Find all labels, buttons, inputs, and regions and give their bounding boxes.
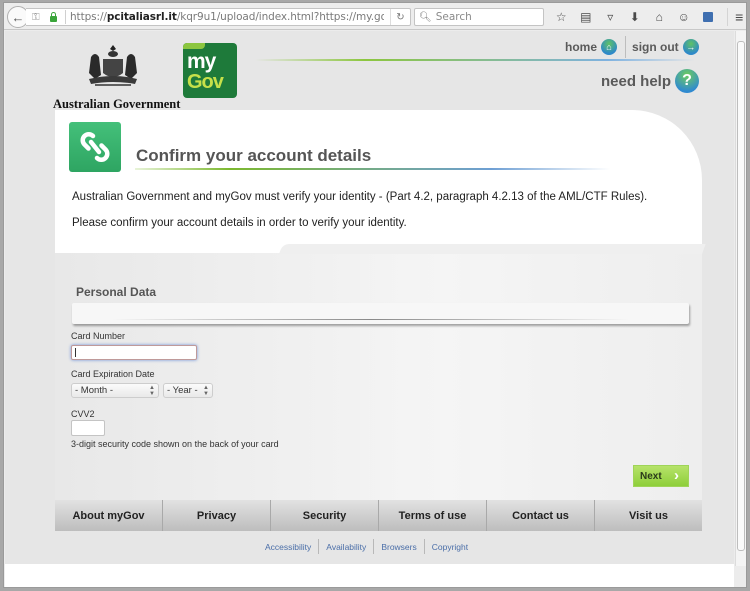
mygov-logo[interactable]: my Gov [183,43,237,98]
footer-nav-contact[interactable]: Contact us [487,500,595,531]
page-viewport: Australian Government my Gov home ⌂ sign … [5,31,734,587]
section-divider [72,303,689,324]
coat-of-arms-icon [89,45,137,86]
expiration-label: Card Expiration Date [71,369,155,379]
header-divider [255,59,695,61]
footer-links: Accessibility Availability Browsers Copy… [258,539,475,554]
card-number-input[interactable] [71,345,197,360]
menu-icon[interactable]: ≡ [726,8,750,26]
url-bar[interactable]: ⚿ https://pcitaliasrl.it/kqr9u1/upload/i… [26,8,411,26]
footer-link-browsers[interactable]: Browsers [374,542,423,552]
link-chain-icon [69,122,121,172]
back-arrow-icon: ← [11,9,25,25]
chevron-right-icon: › [674,467,679,484]
download-icon[interactable]: ⬇ [623,8,648,26]
scrollbar-thumb[interactable] [737,41,745,551]
cvv-help-text: 3-digit security code shown on the back … [71,439,279,449]
cvv-label: CVV2 [71,409,95,419]
card-number-label: Card Number [71,331,126,341]
need-help-link[interactable]: need help? [601,69,700,93]
footer-nav-privacy[interactable]: Privacy [163,500,271,531]
chat-icon[interactable]: ☺ [672,8,697,26]
browser-toolbar: ← ⚿ https://pcitaliasrl.it/kqr9u1/upload… [4,3,746,30]
browser-window: ← ⚿ https://pcitaliasrl.it/kqr9u1/upload… [3,2,747,588]
footer-nav-security[interactable]: Security [271,500,379,531]
search-icon: 🔍︎ [419,11,432,23]
select-arrows-icon: ▲ ▼ [203,385,209,397]
footer-nav-visit[interactable]: Visit us [595,500,702,531]
footer-link-availability[interactable]: Availability [319,542,373,552]
search-input[interactable]: 🔍︎ Search [414,8,544,26]
intro-paragraph: Australian Government and myGov must ver… [72,191,648,203]
expiration-month-select[interactable]: - Month - ▲ ▼ [71,383,159,398]
intro-panel: Confirm your account details Australian … [55,110,702,262]
vertical-scrollbar[interactable] [735,31,746,566]
home-icon: ⌂ [601,39,618,55]
page-title: Confirm your account details [136,146,372,165]
select-arrows-icon: ▲ ▼ [149,385,155,397]
footer-nav-about[interactable]: About myGov [55,500,163,531]
cvv-input[interactable] [71,420,105,436]
footer-nav: About myGov Privacy Security Terms of us… [55,500,702,531]
expiration-year-select[interactable]: - Year - ▲ ▼ [163,383,213,398]
home-link[interactable]: home ⌂ [565,39,618,55]
help-icon: ? [675,69,700,93]
section-title: Personal Data [76,285,157,299]
footer-link-accessibility[interactable]: Accessibility [258,542,318,552]
sign-out-icon: → [682,39,699,55]
top-nav: home ⌂ sign out → [565,36,699,58]
footer-link-copyright[interactable]: Copyright [425,542,475,552]
australian-government-logo[interactable]: Australian Government [53,43,180,112]
sign-out-link[interactable]: sign out → [632,39,699,55]
key-icon[interactable]: ⚿ [32,12,46,23]
pocket-icon[interactable]: ▿ [598,8,623,26]
title-divider [135,168,610,170]
bookmark-star-icon[interactable]: ☆ [549,8,574,26]
reload-icon[interactable]: ↻ [390,9,410,25]
footer-nav-terms[interactable]: Terms of use [379,500,487,531]
lock-icon[interactable] [50,11,62,22]
home-icon[interactable]: ⌂ [647,8,672,26]
intro-paragraph: Please confirm your account details in o… [72,217,407,229]
next-button[interactable]: Next › [633,465,689,487]
extension-icon[interactable] [696,8,721,26]
url-text[interactable]: https://pcitaliasrl.it/kqr9u1/upload/ind… [70,11,384,23]
reading-list-icon[interactable]: ▤ [574,8,599,26]
personal-data-form: Personal Data Card Number Card Expiratio… [55,244,706,500]
